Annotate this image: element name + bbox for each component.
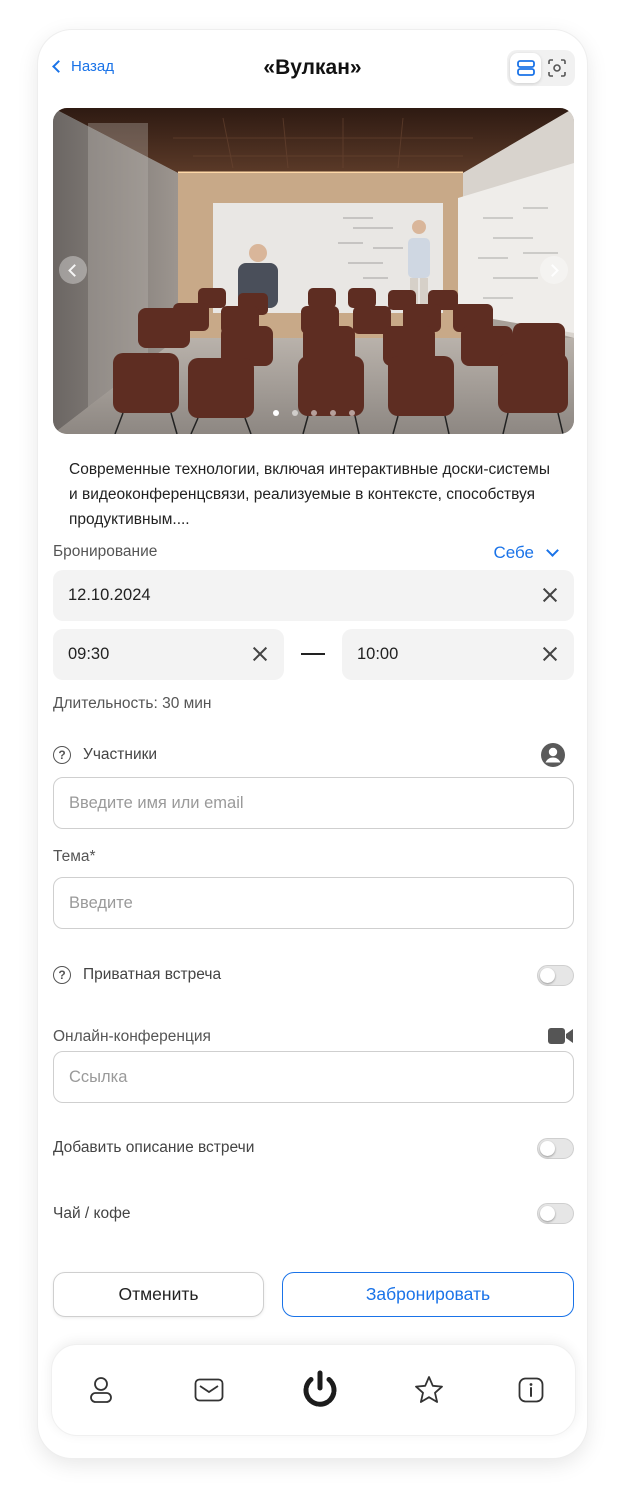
add-description-row: Добавить описание встречи	[53, 1139, 254, 1157]
info-icon	[518, 1377, 544, 1403]
time-from-field[interactable]: 09:30	[53, 629, 284, 680]
user-icon	[90, 1377, 112, 1403]
carousel-dot[interactable]	[329, 410, 336, 416]
carousel-next-button[interactable]	[540, 256, 568, 284]
book-button[interactable]: Забронировать	[282, 1272, 574, 1317]
chevron-left-icon	[68, 263, 81, 277]
carousel-dot[interactable]	[272, 410, 279, 416]
scan-icon	[547, 59, 566, 77]
tab-mail[interactable]	[192, 1373, 226, 1407]
toggle-knob	[540, 1141, 555, 1156]
power-icon	[303, 1370, 337, 1407]
topic-input[interactable]	[54, 878, 573, 928]
star-icon	[415, 1376, 443, 1403]
page-title: «Вулкан»	[263, 56, 362, 79]
list-view-icon	[516, 60, 535, 76]
booking-label: Бронирование	[53, 543, 158, 560]
chevron-down-icon	[546, 544, 559, 557]
list-view-button[interactable]	[510, 53, 541, 83]
time-from-value: 09:30	[68, 645, 110, 663]
duration-text: Длительность: 30 мин	[53, 695, 212, 712]
help-icon[interactable]: ?	[53, 746, 71, 764]
clear-date-icon[interactable]	[542, 587, 558, 603]
time-to-value: 10:00	[357, 645, 399, 663]
tea-coffee-toggle[interactable]	[537, 1203, 574, 1224]
booking-for-dropdown[interactable]: Себе	[493, 543, 559, 563]
participants-label: Участники	[83, 746, 158, 763]
scan-view-button[interactable]	[541, 53, 572, 83]
time-range-separator	[301, 653, 325, 655]
carousel-dot[interactable]	[310, 410, 317, 416]
cancel-button[interactable]: Отменить	[53, 1272, 264, 1317]
phone-frame: Назад «Вулкан» Современные технологии, в…	[38, 30, 587, 1458]
video-camera-icon	[548, 1028, 573, 1044]
private-meeting-row: ? Приватная встреча	[53, 966, 221, 984]
topic-input-box	[53, 877, 574, 929]
private-meeting-toggle[interactable]	[537, 965, 574, 986]
tea-coffee-label: Чай / кофе	[53, 1205, 131, 1222]
conference-link-box	[53, 1051, 574, 1103]
carousel-dot[interactable]	[348, 410, 355, 416]
carousel-dot[interactable]	[291, 410, 298, 416]
help-icon[interactable]: ?	[53, 966, 71, 984]
room-description: Современные технологии, включая интеракт…	[69, 461, 550, 528]
user-circle-icon[interactable]	[540, 742, 566, 768]
bottom-tab-bar	[51, 1344, 576, 1436]
clear-time-from-icon[interactable]	[252, 646, 268, 662]
tab-favorites[interactable]	[412, 1373, 446, 1407]
tab-profile[interactable]	[84, 1373, 118, 1407]
date-value: 12.10.2024	[68, 586, 151, 604]
participants-input-box	[53, 777, 574, 829]
chevron-right-icon	[546, 263, 559, 277]
toggle-knob	[540, 968, 555, 983]
room-photo-carousel[interactable]	[53, 108, 574, 434]
tea-coffee-row: Чай / кофе	[53, 1205, 130, 1223]
booking-for-value: Себе	[493, 543, 534, 562]
tab-power[interactable]	[299, 1369, 341, 1411]
participants-input[interactable]	[54, 778, 573, 828]
mail-icon	[194, 1378, 224, 1402]
tab-info[interactable]	[514, 1373, 548, 1407]
private-meeting-label: Приватная встреча	[83, 966, 222, 983]
add-description-label: Добавить описание встречи	[53, 1139, 255, 1156]
room-photo	[53, 108, 574, 434]
online-conference-label: Онлайн-конференция	[53, 1028, 211, 1045]
toggle-knob	[540, 1206, 555, 1221]
clear-time-to-icon[interactable]	[542, 646, 558, 662]
carousel-prev-button[interactable]	[59, 256, 87, 284]
topic-label: Тема*	[53, 848, 96, 865]
add-description-toggle[interactable]	[537, 1138, 574, 1159]
date-field[interactable]: 12.10.2024	[53, 570, 574, 621]
time-to-field[interactable]: 10:00	[342, 629, 574, 680]
view-toggle	[507, 50, 575, 86]
conference-link-input[interactable]	[54, 1052, 573, 1102]
participants-row: ? Участники	[53, 746, 157, 764]
carousel-dots	[53, 410, 574, 416]
